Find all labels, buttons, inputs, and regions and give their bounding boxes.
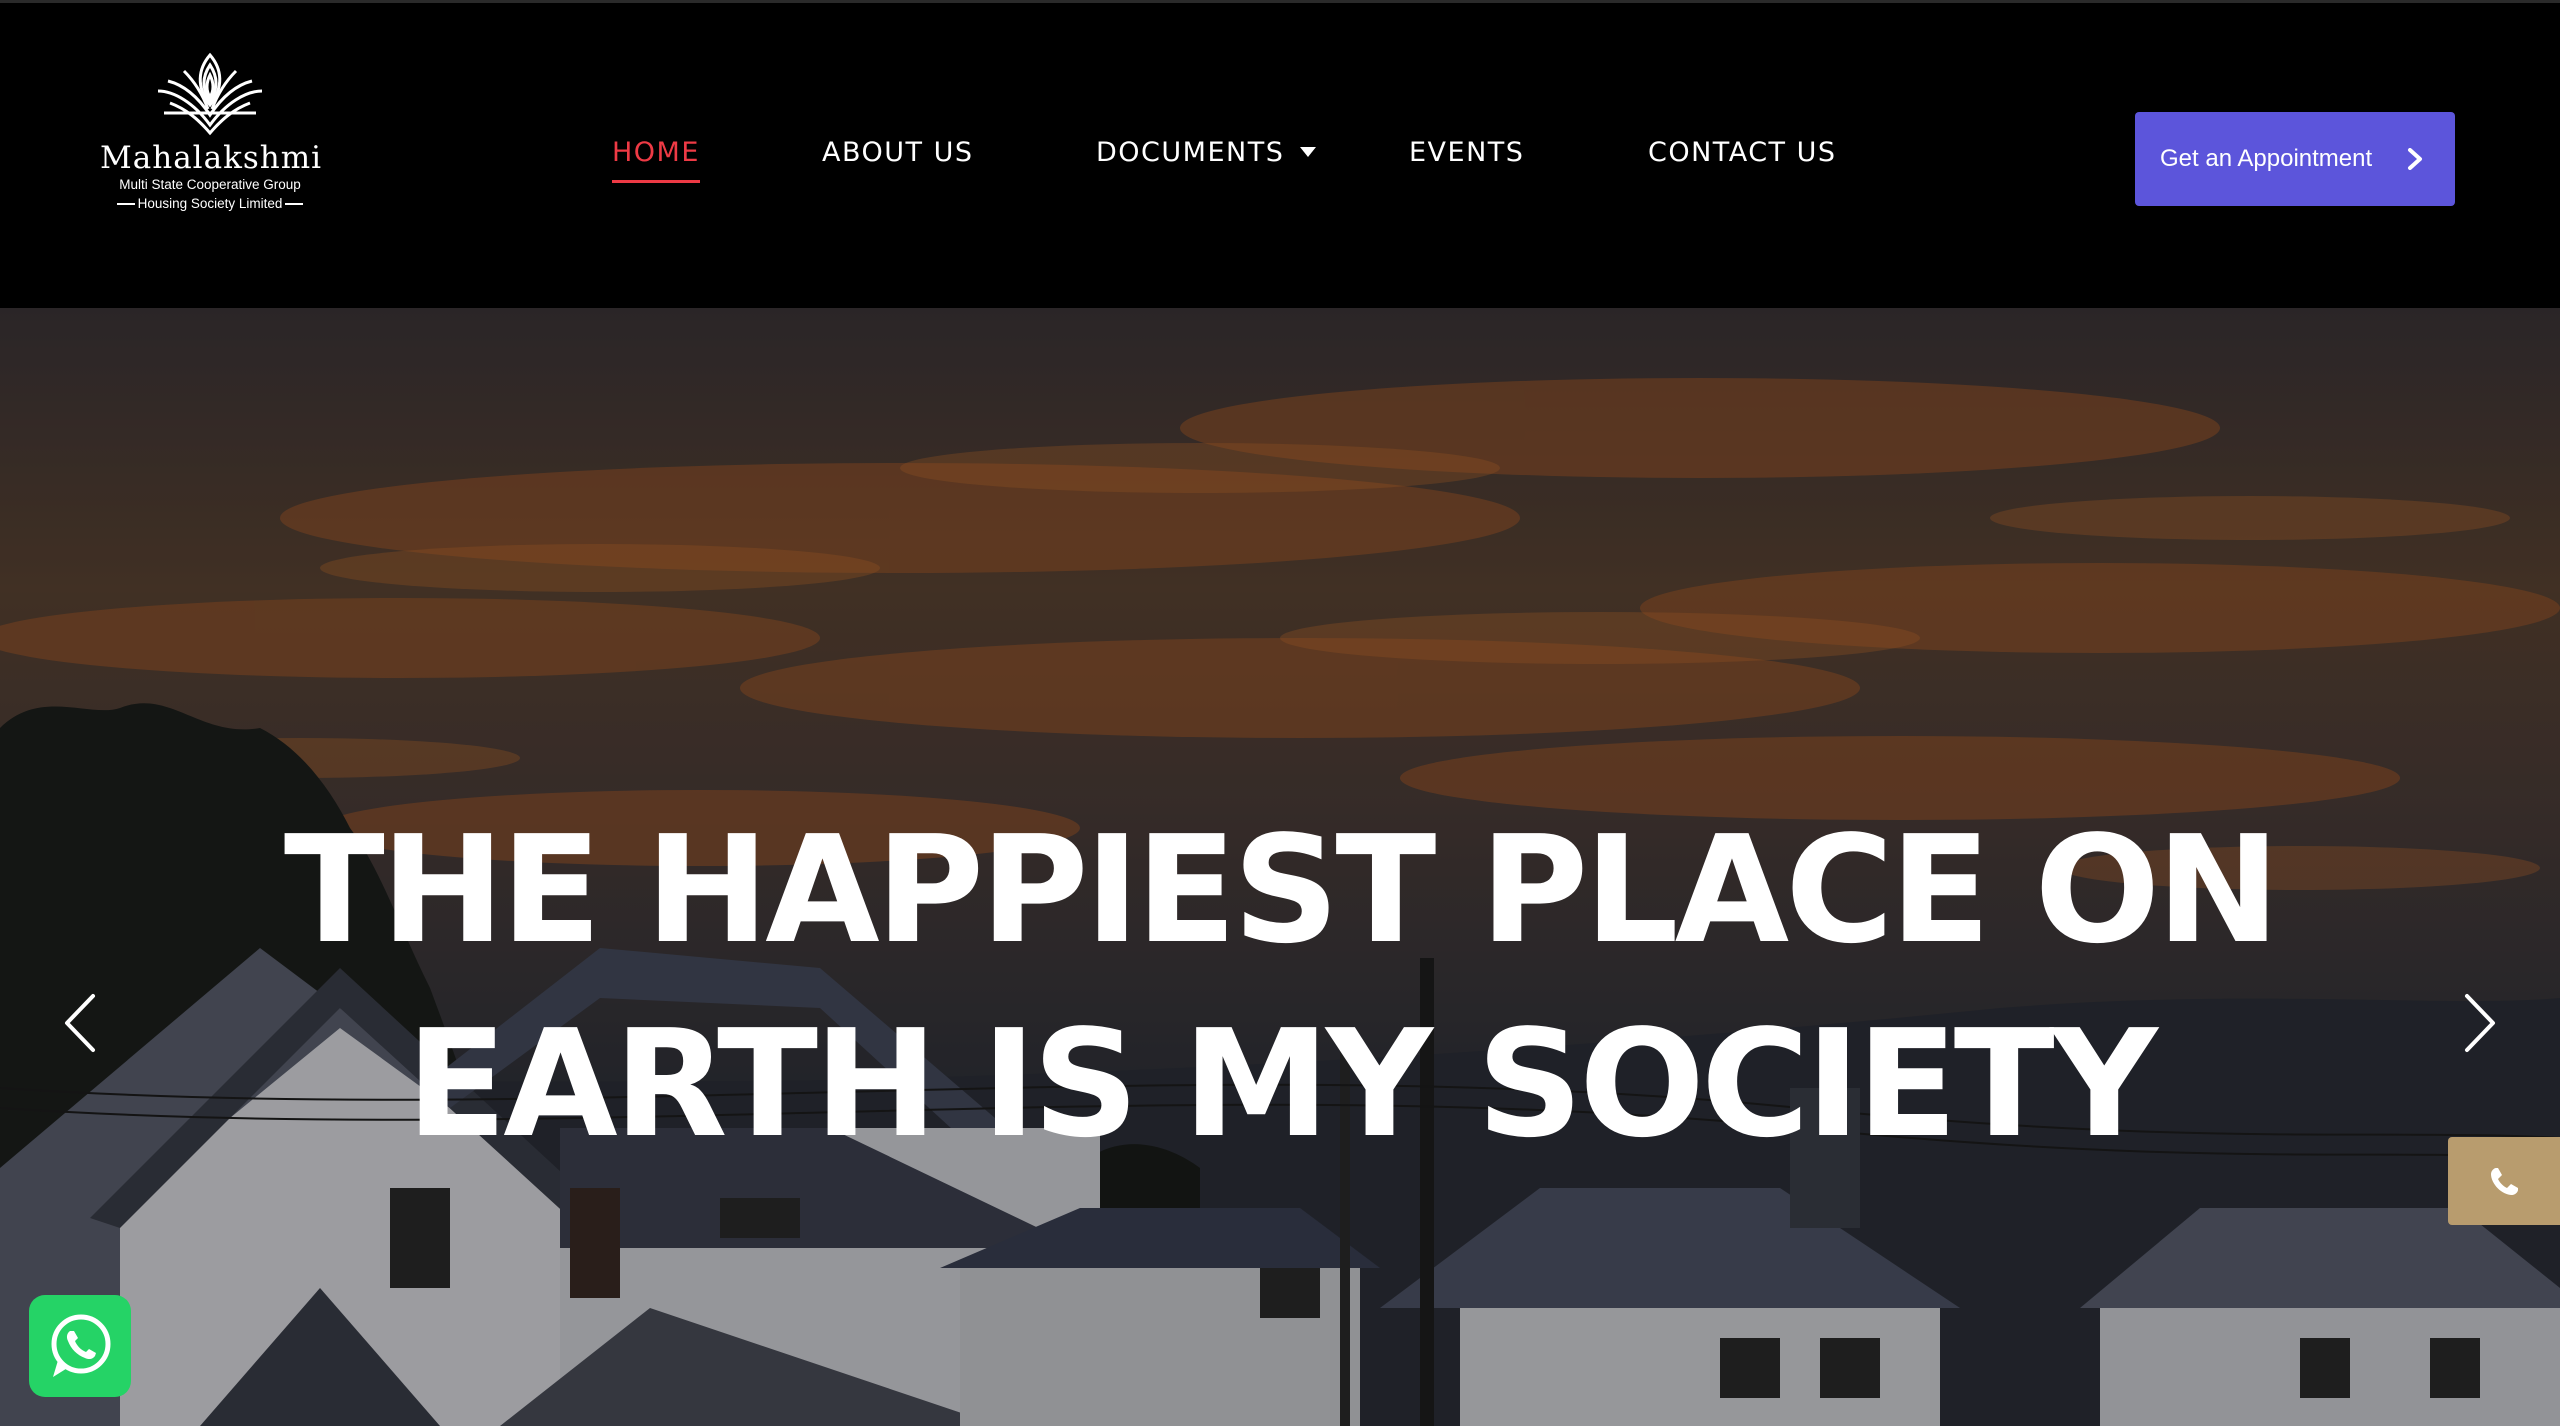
- nav-item-label: EVENTS: [1409, 137, 1525, 168]
- lotus-logo-icon: [157, 52, 263, 136]
- slider-next-button[interactable]: [2455, 988, 2505, 1058]
- nav-item-contact-us[interactable]: CONTACT US: [1648, 131, 1837, 175]
- hero-slider: THE HAPPIEST PLACE ON EARTH IS MY SOCIET…: [0, 308, 2560, 1426]
- site-logo[interactable]: Mahalakshmi Multi State Cooperative Grou…: [100, 51, 323, 221]
- nav-item-label: DOCUMENTS: [1096, 137, 1285, 168]
- hero-title-line2: EARTH IS MY SOCIETY: [406, 998, 2158, 1170]
- chevron-right-icon: [2408, 148, 2422, 170]
- active-underline: [612, 180, 700, 183]
- hero-title: THE HAPPIEST PLACE ON EARTH IS MY SOCIET…: [0, 793, 2560, 1181]
- call-button[interactable]: [2448, 1137, 2560, 1225]
- appointment-button-label: Get an Appointment: [2160, 145, 2373, 172]
- nav-item-label: CONTACT US: [1648, 137, 1837, 168]
- chevron-right-icon: [2465, 994, 2495, 1052]
- nav-item-events[interactable]: EVENTS: [1409, 131, 1524, 175]
- site-header: Mahalakshmi Multi State Cooperative Grou…: [0, 0, 2560, 308]
- phone-icon: [2491, 1168, 2518, 1195]
- nav-item-documents[interactable]: DOCUMENTS: [1096, 131, 1317, 175]
- whatsapp-chat-button[interactable]: [29, 1295, 131, 1397]
- brand-tagline-line2-wrap: Housing Society Limited: [100, 194, 320, 213]
- nav-item-home[interactable]: HOME: [612, 131, 700, 183]
- brand-tagline-line2: Housing Society Limited: [137, 196, 283, 211]
- nav-item-label: HOME: [612, 137, 700, 168]
- hero-title-line1: THE HAPPIEST PLACE ON: [283, 804, 2280, 976]
- chevron-left-icon: [65, 994, 95, 1052]
- caret-down-icon: [1300, 146, 1317, 157]
- nav-item-label: ABOUT US: [822, 137, 974, 168]
- brand-name: Mahalakshmi: [100, 140, 323, 176]
- slider-prev-button[interactable]: [55, 988, 105, 1058]
- get-appointment-button[interactable]: Get an Appointment: [2135, 112, 2455, 206]
- nav-item-about-us[interactable]: ABOUT US: [822, 131, 974, 175]
- brand-tagline-line1: Multi State Cooperative Group: [119, 177, 301, 192]
- whatsapp-icon: [51, 1314, 111, 1377]
